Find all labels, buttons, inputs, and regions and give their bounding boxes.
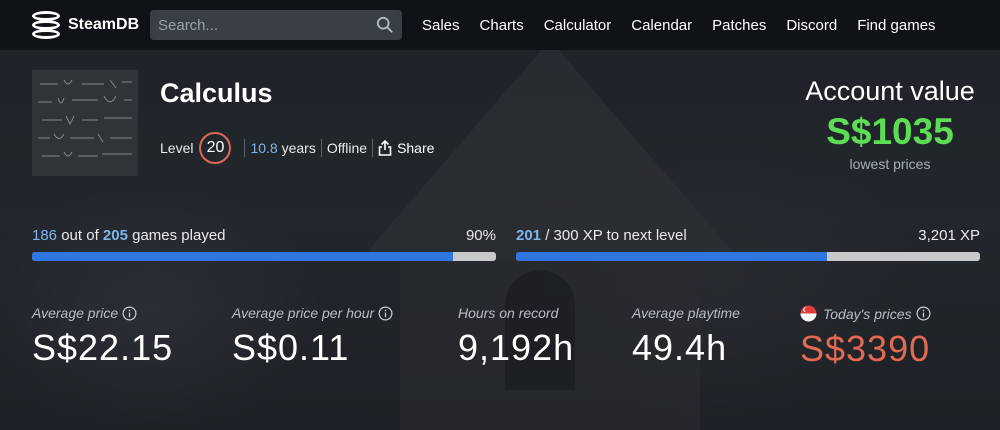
years-label: years <box>281 140 316 156</box>
games-out-of-label: out of <box>61 227 99 244</box>
nav-link-sales[interactable]: Sales <box>412 17 470 34</box>
stat-todays-prices: Today's prices S$3390 <box>800 305 931 370</box>
xp-current: 201 <box>516 227 542 244</box>
xp-progress-bar <box>516 252 980 261</box>
search-box <box>150 10 402 40</box>
nav-link-calendar[interactable]: Calendar <box>621 17 702 34</box>
games-played-count: 186 <box>32 227 58 244</box>
level-badge: 20 <box>199 132 232 164</box>
share-button[interactable]: Share <box>378 140 434 156</box>
nav-links: Sales Charts Calculator Calendar Patches… <box>412 17 946 34</box>
xp-text: 201 / 300 XP to next level <box>516 227 687 244</box>
stat-value: S$3390 <box>800 328 931 369</box>
years-value: 10.8 <box>250 140 278 156</box>
account-value-note: lowest prices <box>849 156 931 172</box>
nav-link-calculator[interactable]: Calculator <box>534 17 622 34</box>
search-input[interactable] <box>158 16 376 34</box>
top-navigation: SteamDB Sales Charts Calculator Calendar… <box>0 0 1000 50</box>
steamdb-logo[interactable]: SteamDB <box>30 9 150 41</box>
profile-name: Calculus <box>160 78 273 108</box>
games-played-progress: 186 out of 205 games played 90% <box>32 227 496 261</box>
stat-average-price-per-hour: Average price per hour S$0.11 <box>232 305 393 369</box>
total-xp: 3,201 XP <box>918 227 980 244</box>
divider <box>244 139 246 157</box>
info-icon[interactable] <box>378 306 393 321</box>
share-icon <box>378 140 392 156</box>
stat-value: 9,192h <box>458 327 575 368</box>
stat-label: Average playtime <box>632 305 740 321</box>
divider <box>372 139 374 157</box>
xp-remaining-label: / 300 XP to next level <box>545 227 687 244</box>
stat-value: 49.4h <box>632 327 728 368</box>
stat-value: S$0.11 <box>232 327 350 368</box>
nav-link-charts[interactable]: Charts <box>470 17 534 34</box>
share-label: Share <box>397 140 435 156</box>
stat-value: S$22.15 <box>32 327 174 368</box>
profile-meta: Level 20 10.8 years Offline Share <box>160 132 434 164</box>
stat-label: Hours on record <box>458 305 559 321</box>
account-value-title: Account value <box>805 76 975 106</box>
divider <box>320 139 322 157</box>
stat-average-playtime: Average playtime 49.4h <box>632 305 740 369</box>
games-total-count: 205 <box>102 227 128 244</box>
nav-link-find-games[interactable]: Find games <box>847 17 945 34</box>
stat-average-price: Average price S$22.15 <box>32 305 173 369</box>
profile-content: Calculus Level 20 10.8 years Offline Sha… <box>0 50 1000 430</box>
nav-link-discord[interactable]: Discord <box>776 17 847 34</box>
games-played-text: 186 out of 205 games played <box>32 227 226 244</box>
steamdb-logo-icon <box>30 9 62 41</box>
logo-text: SteamDB <box>68 16 140 33</box>
xp-progress: 201 / 300 XP to next level 3,201 XP <box>516 227 980 261</box>
account-value-panel: Account value S$1035 lowest prices <box>800 76 980 172</box>
stat-label: Average price <box>32 305 119 321</box>
stat-label: Average price per hour <box>232 305 375 321</box>
stat-label: Today's prices <box>823 305 912 322</box>
info-icon[interactable] <box>122 306 137 321</box>
singapore-flag-icon <box>800 305 817 322</box>
online-status: Offline <box>326 140 368 156</box>
account-value-amount: S$1035 <box>826 111 954 152</box>
info-icon[interactable] <box>916 306 931 321</box>
games-played-percent: 90% <box>465 227 496 244</box>
xp-progress-fill <box>516 252 827 261</box>
search-icon[interactable] <box>376 16 394 34</box>
math-formulas-avatar-image <box>32 70 138 176</box>
games-played-suffix: games played <box>132 227 226 244</box>
stat-hours-on-record: Hours on record 9,192h <box>458 305 574 369</box>
level-label: Level <box>160 140 194 156</box>
avatar <box>32 70 138 176</box>
games-progress-fill <box>32 252 453 261</box>
games-progress-bar <box>32 252 496 261</box>
nav-link-patches[interactable]: Patches <box>702 17 776 34</box>
